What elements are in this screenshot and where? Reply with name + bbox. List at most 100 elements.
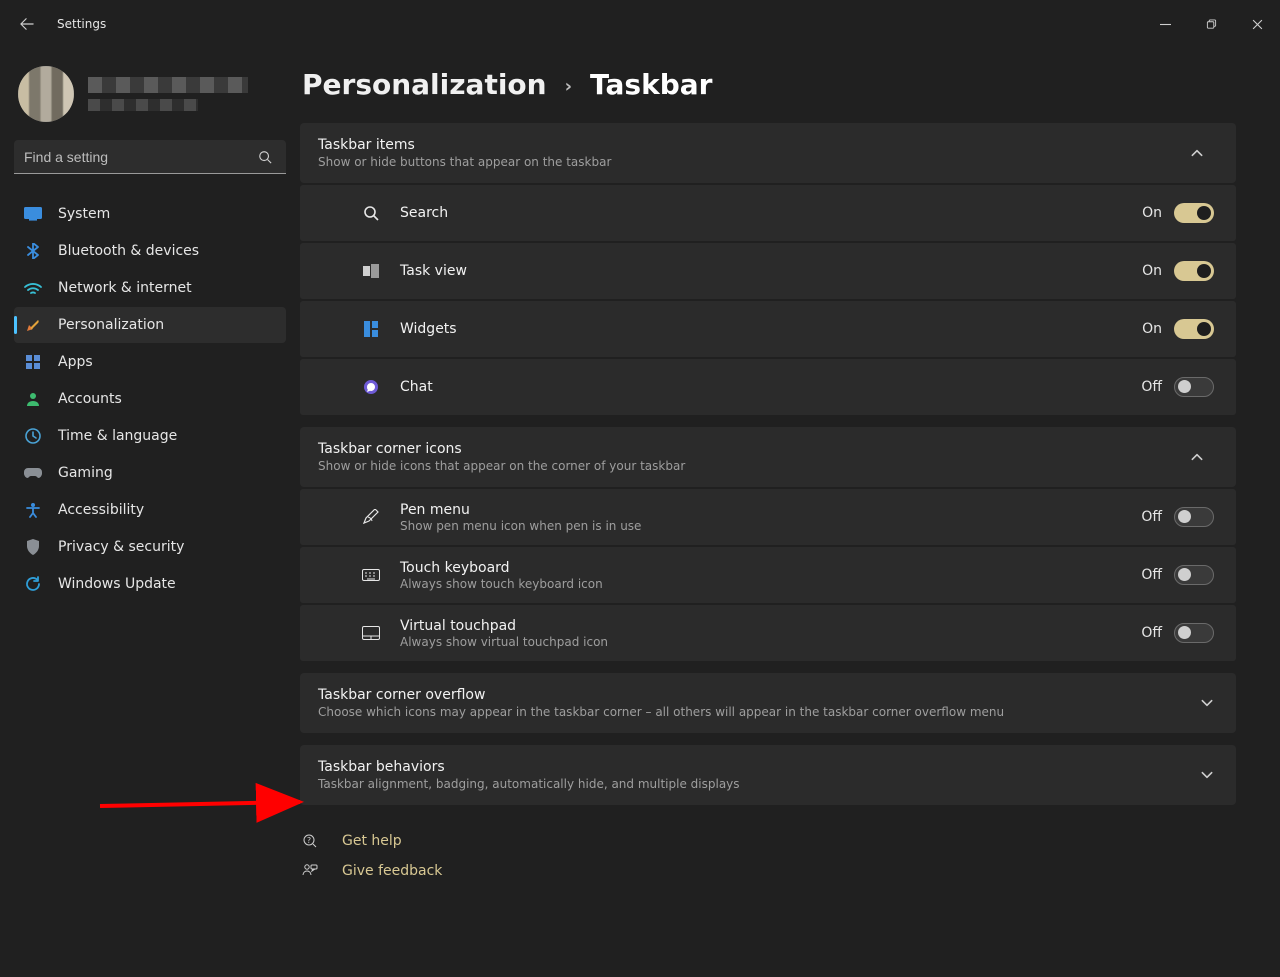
toggle-switch[interactable] — [1174, 319, 1214, 339]
chevron-right-icon: › — [565, 76, 572, 97]
minimize-button[interactable] — [1142, 8, 1188, 40]
group-title: Taskbar corner icons — [318, 441, 1190, 457]
maximize-icon — [1206, 19, 1217, 30]
row-title: Search — [400, 205, 1142, 221]
sidebar-item-network[interactable]: Network & internet — [14, 270, 286, 306]
card-subtitle: Choose which icons may appear in the tas… — [318, 705, 1200, 719]
help-icon: ? — [302, 833, 320, 849]
group-subtitle: Show or hide buttons that appear on the … — [318, 155, 1190, 169]
row-title: Widgets — [400, 321, 1142, 337]
toggle-state-label: On — [1142, 205, 1162, 221]
maximize-button[interactable] — [1188, 8, 1234, 40]
sidebar-item-accounts[interactable]: Accounts — [14, 381, 286, 417]
personalization-icon — [24, 316, 42, 334]
search-icon — [258, 150, 276, 164]
window-title: Settings — [57, 17, 106, 31]
sidebar-item-update[interactable]: Windows Update — [14, 566, 286, 602]
user-name-redacted — [88, 77, 248, 93]
update-icon — [24, 575, 42, 593]
sidebar-item-gaming[interactable]: Gaming — [14, 455, 286, 491]
give-feedback-link[interactable]: Give feedback — [302, 863, 1236, 879]
toggle-switch[interactable] — [1174, 565, 1214, 585]
sidebar-item-apps[interactable]: Apps — [14, 344, 286, 380]
feedback-label: Give feedback — [342, 863, 442, 879]
toggle-state-label: Off — [1141, 625, 1162, 641]
user-account-block[interactable] — [14, 58, 286, 136]
group-taskbar-items-rows: SearchOnTask viewOnWidgetsOnChatOff — [300, 185, 1236, 415]
sidebar-item-bluetooth[interactable]: Bluetooth & devices — [14, 233, 286, 269]
toggle-state-label: Off — [1141, 509, 1162, 525]
bluetooth-icon — [24, 242, 42, 260]
sidebar-item-label: Time & language — [58, 428, 177, 444]
row-chat: ChatOff — [300, 359, 1236, 415]
sidebar-item-accessibility[interactable]: Accessibility — [14, 492, 286, 528]
sidebar-item-label: Bluetooth & devices — [58, 243, 199, 259]
chevron-down-icon — [1200, 768, 1214, 782]
close-icon — [1252, 19, 1263, 30]
sidebar-item-label: Windows Update — [58, 576, 176, 592]
group-corner-icons-rows: Pen menuShow pen menu icon when pen is i… — [300, 489, 1236, 661]
row-subtitle: Always show touch keyboard icon — [400, 577, 1141, 591]
sidebar-item-label: Network & internet — [58, 280, 192, 296]
help-label: Get help — [342, 833, 402, 849]
search-input[interactable] — [24, 149, 258, 165]
group-taskbar-items-header[interactable]: Taskbar items Show or hide buttons that … — [300, 123, 1236, 183]
help-links: ? Get help Give feedback — [302, 833, 1236, 879]
row-subtitle: Always show virtual touchpad icon — [400, 635, 1141, 649]
group-corner-overflow[interactable]: Taskbar corner overflow Choose which ico… — [300, 673, 1236, 733]
group-taskbar-behaviors[interactable]: Taskbar behaviors Taskbar alignment, bad… — [300, 745, 1236, 805]
toggle-switch[interactable] — [1174, 623, 1214, 643]
minimize-icon — [1160, 19, 1171, 30]
row-title: Task view — [400, 263, 1142, 279]
main-pane: Personalization › Taskbar Taskbar items … — [300, 48, 1280, 977]
sidebar-item-system[interactable]: System — [14, 196, 286, 232]
sidebar-item-privacy[interactable]: Privacy & security — [14, 529, 286, 565]
accounts-icon — [24, 390, 42, 408]
row-taskview: Task viewOn — [300, 243, 1236, 299]
row-title: Touch keyboard — [400, 560, 1141, 576]
toggle-state-label: Off — [1141, 567, 1162, 583]
breadcrumb: Personalization › Taskbar — [302, 68, 1236, 101]
sidebar-item-personalization[interactable]: Personalization — [14, 307, 286, 343]
gaming-icon — [24, 464, 42, 482]
avatar — [18, 66, 74, 122]
sidebar-item-label: Apps — [58, 354, 93, 370]
close-button[interactable] — [1234, 8, 1280, 40]
toggle-state-label: On — [1142, 263, 1162, 279]
toggle-switch[interactable] — [1174, 377, 1214, 397]
group-corner-icons-header[interactable]: Taskbar corner icons Show or hide icons … — [300, 427, 1236, 487]
sidebar-item-time[interactable]: Time & language — [14, 418, 286, 454]
sidebar-item-label: System — [58, 206, 110, 222]
privacy-icon — [24, 538, 42, 556]
group-subtitle: Show or hide icons that appear on the co… — [318, 459, 1190, 473]
toggle-switch[interactable] — [1174, 261, 1214, 281]
sidebar-item-label: Accounts — [58, 391, 122, 407]
time-icon — [24, 427, 42, 445]
search-icon — [360, 202, 382, 224]
nav: System Bluetooth & devices Network & inter… — [14, 196, 286, 602]
back-button[interactable] — [11, 8, 43, 40]
row-touchpad: Virtual touchpadAlways show virtual touc… — [300, 605, 1236, 661]
titlebar: Settings — [0, 0, 1280, 48]
row-title: Chat — [400, 379, 1141, 395]
feedback-icon — [302, 863, 320, 879]
card-subtitle: Taskbar alignment, badging, automaticall… — [318, 777, 1200, 791]
row-search: SearchOn — [300, 185, 1236, 241]
chevron-down-icon — [1200, 696, 1214, 710]
sidebar-item-label: Personalization — [58, 317, 164, 333]
toggle-switch[interactable] — [1174, 507, 1214, 527]
row-touchkb: Touch keyboardAlways show touch keyboard… — [300, 547, 1236, 603]
get-help-link[interactable]: ? Get help — [302, 833, 1236, 849]
group-title: Taskbar items — [318, 137, 1190, 153]
toggle-switch[interactable] — [1174, 203, 1214, 223]
row-subtitle: Show pen menu icon when pen is in use — [400, 519, 1141, 533]
system-icon — [24, 205, 42, 223]
svg-text:?: ? — [307, 836, 311, 845]
pen-icon — [360, 506, 382, 528]
breadcrumb-parent[interactable]: Personalization — [302, 68, 547, 101]
row-pen: Pen menuShow pen menu icon when pen is i… — [300, 489, 1236, 545]
sidebar-item-label: Accessibility — [58, 502, 144, 518]
sidebar: System Bluetooth & devices Network & inter… — [0, 48, 300, 977]
search-box[interactable] — [14, 140, 286, 174]
chevron-up-icon — [1190, 450, 1214, 464]
